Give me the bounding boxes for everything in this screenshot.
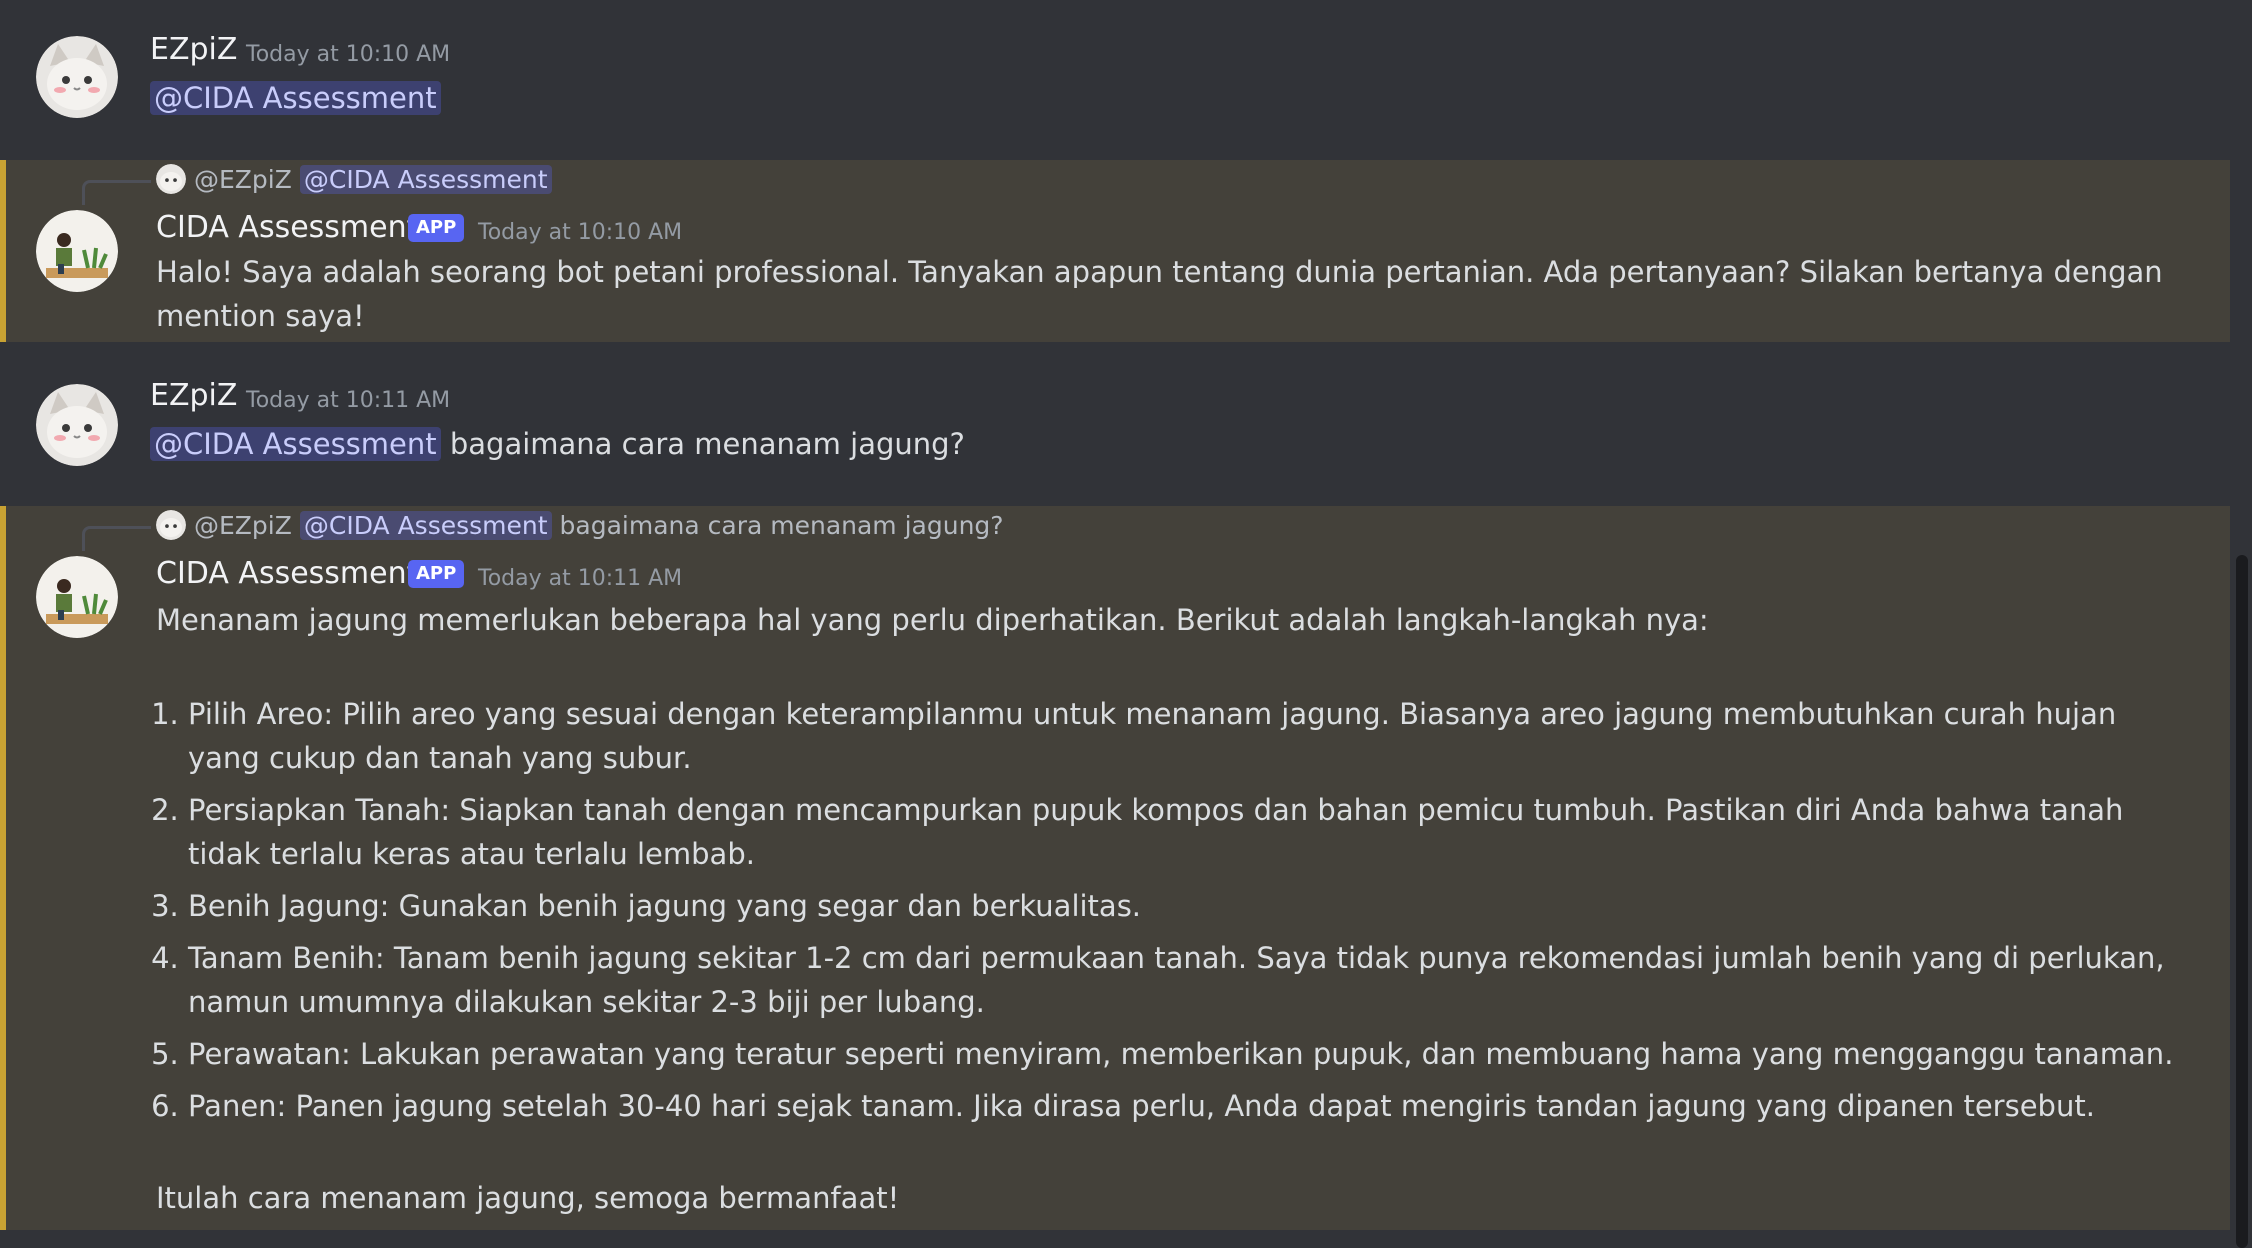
app-badge: APP <box>408 560 465 588</box>
username[interactable]: EZpiZ <box>150 378 237 413</box>
timestamp: Today at 10:10 AM <box>478 220 683 245</box>
list-item: Tanam Benih: Tanam benih jagung sekitar … <box>188 936 2196 1024</box>
reply-username[interactable]: @EZpiZ <box>194 511 292 540</box>
mention[interactable]: @CIDA Assessment <box>150 81 441 115</box>
message-text: bagaimana cara menanam jagung? <box>449 427 965 461</box>
username[interactable]: EZpiZ <box>150 32 237 67</box>
message-1: EZpiZ Today at 10:10 AM @CIDA Assessment <box>0 0 2230 160</box>
reply-connector <box>82 526 151 551</box>
message-2: @EZpiZ @CIDA Assessment CIDA Assessment … <box>0 160 2230 342</box>
message-outro: Itulah cara menanam jagung, semoga berma… <box>156 1181 900 1215</box>
message-4: @EZpiZ @CIDA Assessment bagaimana cara m… <box>0 506 2230 1230</box>
scrollbar[interactable] <box>2236 555 2248 1248</box>
reply-mention[interactable]: @CIDA Assessment <box>299 164 552 194</box>
list-item: Benih Jagung: Gunakan benih jagung yang … <box>188 884 2196 928</box>
bot-username[interactable]: CIDA Assessment <box>156 210 418 245</box>
message-content: @CIDA Assessment <box>150 76 441 120</box>
message-content: @CIDA Assessment bagaimana cara menanam … <box>150 422 965 466</box>
bot-username[interactable]: CIDA Assessment <box>156 556 418 591</box>
list-item: Persiapkan Tanah: Siapkan tanah dengan m… <box>188 788 2196 876</box>
list-item: Pilih Areo: Pilih areo yang sesuai denga… <box>188 692 2196 780</box>
message-content: Halo! Saya adalah seorang bot petani pro… <box>156 255 2163 333</box>
reply-connector <box>82 180 151 205</box>
timestamp: Today at 10:11 AM <box>246 388 451 413</box>
reply-username[interactable]: @EZpiZ <box>194 165 292 194</box>
cat-avatar-icon <box>156 510 186 540</box>
message-content: Menanam jagung memerlukan beberapa hal y… <box>156 598 2196 1220</box>
message-3: EZpiZ Today at 10:11 AM @CIDA Assessment… <box>0 342 2230 506</box>
cat-avatar-icon[interactable] <box>36 36 118 118</box>
app-badge: APP <box>408 214 465 242</box>
message-intro: Menanam jagung memerlukan beberapa hal y… <box>156 603 1709 637</box>
reply-preview[interactable]: @EZpiZ @CIDA Assessment <box>156 164 552 194</box>
cat-avatar-icon <box>156 164 186 194</box>
list-item: Panen: Panen jagung setelah 30-40 hari s… <box>188 1084 2196 1128</box>
timestamp: Today at 10:11 AM <box>478 566 683 591</box>
timestamp: Today at 10:10 AM <box>246 42 451 67</box>
farmer-avatar-icon[interactable] <box>36 210 118 292</box>
cat-avatar-icon[interactable] <box>36 384 118 466</box>
reply-mention[interactable]: @CIDA Assessment <box>299 510 552 540</box>
mention[interactable]: @CIDA Assessment <box>150 427 441 461</box>
reply-preview[interactable]: @EZpiZ @CIDA Assessment bagaimana cara m… <box>156 510 1004 540</box>
list-item: Perawatan: Lakukan perawatan yang teratu… <box>188 1032 2196 1076</box>
steps-list: Pilih Areo: Pilih areo yang sesuai denga… <box>156 692 2196 1128</box>
farmer-avatar-icon[interactable] <box>36 556 118 638</box>
reply-text: bagaimana cara menanam jagung? <box>559 510 1004 540</box>
